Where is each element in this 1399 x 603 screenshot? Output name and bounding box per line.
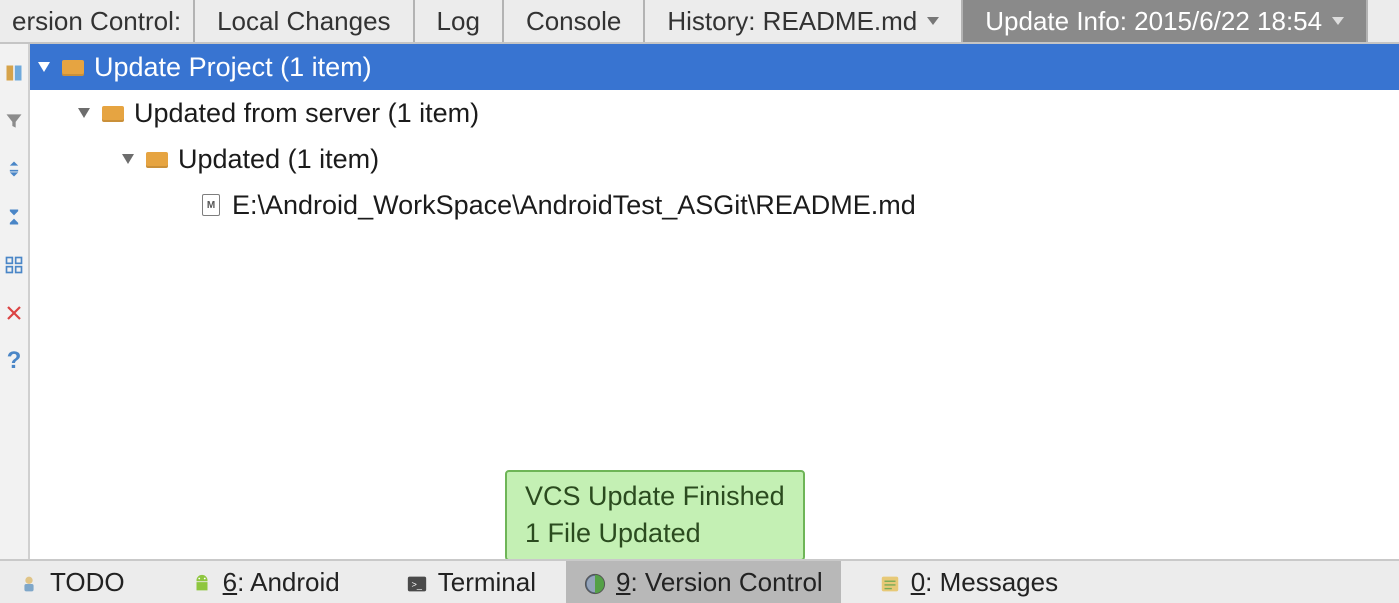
bottom-tab-messages[interactable]: 0: Messages — [861, 561, 1076, 603]
bottom-tab-label: TODO — [50, 567, 125, 598]
folder-icon — [102, 104, 124, 122]
collapse-icon[interactable] — [3, 206, 25, 228]
bottom-tab-label: 9: Version Control — [616, 567, 823, 598]
tab-update-info[interactable]: Update Info: 2015/6/22 18:54 — [963, 0, 1368, 42]
tree-node-label: Updated (1 item) — [178, 144, 379, 175]
bottom-tool-window-bar: TODO 6: Android >_ Terminal 9: Version C… — [0, 559, 1399, 603]
tree-leaf-file[interactable]: M E:\Android_WorkSpace\AndroidTest_ASGit… — [30, 182, 1399, 228]
bottom-tab-version-control[interactable]: 9: Version Control — [566, 561, 841, 603]
side-toolbar: ? — [0, 44, 30, 559]
tab-console[interactable]: Console — [504, 0, 645, 42]
bottom-tab-android[interactable]: 6: Android — [173, 561, 358, 603]
todo-icon — [18, 571, 40, 593]
tree-node-updated[interactable]: Updated (1 item) — [30, 136, 1399, 182]
markdown-file-icon: M — [202, 194, 220, 216]
tree-root[interactable]: Update Project (1 item) — [30, 44, 1399, 90]
bottom-tab-terminal[interactable]: >_ Terminal — [388, 561, 554, 603]
tab-history[interactable]: History: README.md — [645, 0, 963, 42]
expand-icon[interactable] — [3, 158, 25, 180]
update-toast: VCS Update Finished 1 File Updated — [505, 470, 805, 561]
bottom-tab-label: 0: Messages — [911, 567, 1058, 598]
chevron-down-icon — [78, 108, 90, 118]
messages-icon — [879, 571, 901, 593]
tool-window-title: ersion Control: — [0, 0, 195, 42]
toast-line-1: VCS Update Finished — [525, 478, 785, 514]
help-icon[interactable]: ? — [3, 350, 25, 372]
bottom-tab-label: 6: Android — [223, 567, 340, 598]
tab-local-changes[interactable]: Local Changes — [195, 0, 414, 42]
group-icon[interactable] — [3, 254, 25, 276]
svg-text:>_: >_ — [411, 580, 422, 590]
terminal-icon: >_ — [406, 571, 428, 593]
tree-node-label: Updated from server (1 item) — [134, 98, 479, 129]
folder-icon — [62, 58, 84, 76]
android-icon — [191, 571, 213, 593]
bottom-tab-label: Terminal — [438, 567, 536, 598]
chevron-down-icon — [122, 154, 134, 164]
toast-line-2: 1 File Updated — [525, 515, 785, 551]
filter-icon[interactable] — [3, 110, 25, 132]
folder-icon — [146, 150, 168, 168]
vcs-icon — [584, 571, 606, 593]
tree-leaf-path: E:\Android_WorkSpace\AndroidTest_ASGit\R… — [232, 190, 916, 221]
tab-log[interactable]: Log — [415, 0, 504, 42]
tool-window-tabstrip: ersion Control: Local Changes Log Consol… — [0, 0, 1399, 44]
diff-icon[interactable] — [3, 62, 25, 84]
tree-node-updated-from-server[interactable]: Updated from server (1 item) — [30, 90, 1399, 136]
chevron-down-icon — [38, 62, 50, 72]
close-icon[interactable] — [3, 302, 25, 324]
tree-root-label: Update Project (1 item) — [94, 52, 372, 83]
bottom-tab-todo[interactable]: TODO — [0, 561, 143, 603]
